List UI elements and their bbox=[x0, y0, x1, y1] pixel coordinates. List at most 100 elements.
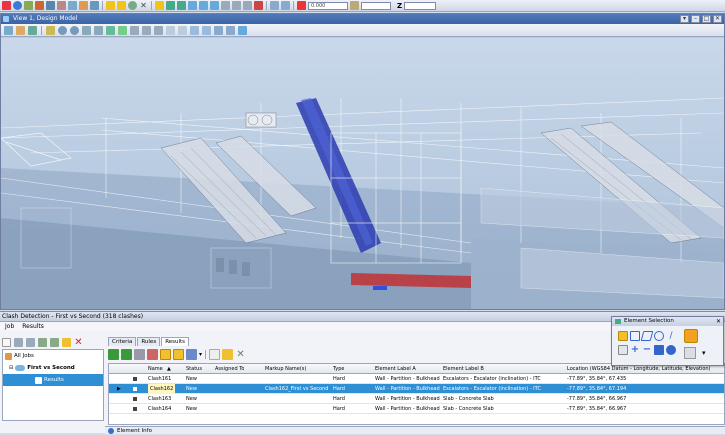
select-circle-icon[interactable] bbox=[654, 331, 664, 341]
rotate-view-icon[interactable] bbox=[106, 25, 115, 35]
display-style-icon[interactable] bbox=[16, 25, 25, 35]
gear-icon[interactable] bbox=[2, 1, 11, 10]
folder-icon[interactable] bbox=[222, 348, 234, 360]
update-view-icon[interactable] bbox=[46, 25, 55, 35]
isolate-icon[interactable] bbox=[173, 348, 184, 360]
close-icon[interactable]: ✕ bbox=[235, 349, 246, 360]
rotate-icon[interactable] bbox=[214, 25, 223, 35]
export-icon[interactable] bbox=[50, 337, 59, 347]
previous-view-icon[interactable] bbox=[142, 25, 151, 35]
tab-results[interactable]: Results bbox=[161, 337, 190, 346]
chevron-down-icon[interactable]: ▾ bbox=[199, 351, 202, 358]
smartselect-icon[interactable] bbox=[106, 1, 115, 10]
zoom-to-clash-icon[interactable] bbox=[160, 348, 171, 360]
mark-icon[interactable] bbox=[147, 348, 158, 360]
paint-icon[interactable] bbox=[79, 1, 88, 10]
column-header-status[interactable]: Status bbox=[186, 364, 202, 374]
pencil-icon[interactable] bbox=[35, 1, 44, 10]
new-selection-icon[interactable] bbox=[618, 345, 628, 355]
lighting-icon[interactable] bbox=[28, 25, 37, 35]
new-markup-icon[interactable] bbox=[209, 348, 221, 360]
open-folder-icon[interactable] bbox=[62, 337, 71, 347]
column-header-markup[interactable]: Markup Name(s) bbox=[265, 364, 306, 374]
copy-job-icon[interactable] bbox=[14, 337, 23, 347]
table-row[interactable]: Clash164 New Hard Wall - Partition - Bulkhe… bbox=[109, 404, 724, 414]
run-all-icon[interactable] bbox=[121, 348, 132, 360]
tree-item-results[interactable]: Results bbox=[3, 374, 103, 386]
select-block-icon[interactable] bbox=[630, 331, 640, 341]
camera-icon[interactable] bbox=[46, 1, 55, 10]
eraser-icon[interactable] bbox=[57, 1, 66, 10]
target-icon[interactable] bbox=[128, 1, 137, 10]
select-method-icon[interactable] bbox=[684, 329, 698, 343]
zoom-in-icon[interactable] bbox=[58, 25, 67, 35]
settings-grid-icon[interactable] bbox=[186, 348, 197, 360]
link-icon[interactable] bbox=[24, 1, 33, 10]
minimize-button[interactable]: – bbox=[691, 15, 700, 23]
tab-rules[interactable]: Rules bbox=[137, 337, 161, 346]
close-tool-icon[interactable]: ✕ bbox=[139, 1, 148, 10]
table-row[interactable]: ▶ Clash162 New Clash162_First vs Second Hard… bbox=[109, 384, 724, 394]
lighting-icon[interactable] bbox=[281, 1, 290, 10]
chevron-down-icon[interactable]: ▾ bbox=[702, 349, 706, 357]
tree-item-all-jobs[interactable]: All Jobs bbox=[3, 350, 103, 362]
new-job-icon[interactable] bbox=[2, 337, 11, 347]
invert-icon[interactable] bbox=[654, 345, 664, 355]
clip-volume-icon[interactable] bbox=[166, 25, 175, 35]
run-icon[interactable] bbox=[108, 348, 119, 360]
z-coordinate-field[interactable] bbox=[404, 1, 437, 10]
delete-icon[interactable]: ✕ bbox=[74, 337, 83, 347]
select-shape-icon[interactable] bbox=[640, 331, 654, 341]
column-header-label-a[interactable]: Element Label A bbox=[375, 364, 416, 374]
fit-view-icon[interactable] bbox=[94, 25, 103, 35]
hand-icon[interactable] bbox=[166, 1, 175, 10]
tree-item-job[interactable]: ⊟ First vs Second bbox=[3, 362, 103, 374]
x-coordinate-field[interactable] bbox=[361, 1, 391, 10]
subtract-icon[interactable]: − bbox=[642, 345, 652, 355]
cursor-icon[interactable] bbox=[684, 347, 696, 359]
clip-icon[interactable] bbox=[243, 1, 252, 10]
active-angle-field[interactable]: 0.000 bbox=[308, 1, 348, 10]
grid-icon[interactable] bbox=[68, 1, 77, 10]
fly-icon[interactable] bbox=[238, 25, 247, 35]
window-area-icon[interactable] bbox=[82, 25, 91, 35]
table-row[interactable]: Clash163 New Hard Wall - Partition - Bulkhe… bbox=[109, 394, 724, 404]
model-viewport[interactable] bbox=[1, 38, 724, 309]
pan-view-icon[interactable] bbox=[118, 25, 127, 35]
view-attributes-icon[interactable] bbox=[270, 1, 279, 10]
fly-icon[interactable] bbox=[199, 1, 208, 10]
save-job-icon[interactable] bbox=[26, 337, 35, 347]
tab-criteria[interactable]: Criteria bbox=[108, 337, 137, 346]
record-icon[interactable] bbox=[297, 1, 306, 10]
view-attributes-icon[interactable] bbox=[4, 25, 13, 35]
section-icon[interactable] bbox=[202, 25, 211, 35]
next-view-icon[interactable] bbox=[154, 25, 163, 35]
close-button[interactable]: ✕ bbox=[713, 15, 722, 23]
clip-mask-icon[interactable] bbox=[178, 25, 187, 35]
clear-icon[interactable] bbox=[666, 345, 676, 355]
column-header-name[interactable]: Name bbox=[148, 364, 163, 374]
import-icon[interactable] bbox=[38, 337, 47, 347]
orbit-icon[interactable] bbox=[210, 1, 219, 10]
walk-icon[interactable] bbox=[188, 1, 197, 10]
camera-icon[interactable] bbox=[190, 25, 199, 35]
close-icon[interactable]: ✕ bbox=[716, 317, 721, 326]
column-header-type[interactable]: Type bbox=[333, 364, 344, 374]
fence-icon[interactable] bbox=[117, 1, 126, 10]
select-arrow-icon[interactable] bbox=[155, 1, 164, 10]
select-line-icon[interactable]: / bbox=[666, 331, 676, 341]
column-header-label-b[interactable]: Element Label B bbox=[443, 364, 484, 374]
menu-job[interactable]: Job bbox=[5, 322, 14, 331]
orbit-icon[interactable] bbox=[226, 25, 235, 35]
maximize-button[interactable]: □ bbox=[702, 15, 711, 23]
select-individual-icon[interactable] bbox=[618, 331, 628, 341]
lock-icon[interactable] bbox=[350, 1, 359, 10]
zoom-out-icon[interactable] bbox=[70, 25, 79, 35]
collapse-icon[interactable]: ⊟ bbox=[9, 362, 13, 374]
column-header-assigned[interactable]: Assigned To bbox=[215, 364, 244, 374]
table-row[interactable]: Clash161 New Hard Wall - Partition - Bulkhe… bbox=[109, 374, 724, 384]
pan-icon[interactable] bbox=[177, 1, 186, 10]
no-entry-icon[interactable] bbox=[254, 1, 263, 10]
walk-icon[interactable] bbox=[130, 25, 139, 35]
edit-icon[interactable] bbox=[134, 348, 145, 360]
